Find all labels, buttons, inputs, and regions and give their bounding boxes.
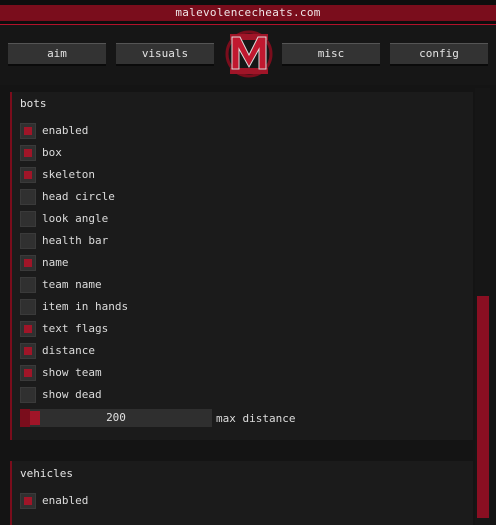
tab-visuals[interactable]: visuals: [116, 43, 214, 66]
option-label: team name: [42, 278, 102, 291]
bots-section: bots enabled box skeleton head circle look a…: [10, 92, 473, 440]
tab-misc[interactable]: misc: [282, 43, 380, 66]
tab-bar: aim visuals misc config: [0, 25, 496, 85]
option-label: name: [42, 256, 69, 269]
option-label: skeleton: [42, 168, 95, 181]
option-label: text flags: [42, 322, 109, 335]
bots-section-title: bots: [20, 97, 47, 110]
window-title: malevolencecheats.com: [0, 5, 496, 21]
checkbox[interactable]: [20, 233, 36, 249]
option-label: box: [42, 146, 62, 159]
vehicles-section: vehicles enabled: [10, 461, 473, 525]
option-label: show team: [42, 366, 102, 379]
option-label: look angle: [42, 212, 109, 225]
checkbox[interactable]: [20, 211, 36, 227]
option-label: head circle: [42, 190, 115, 203]
max-distance-label: max distance: [216, 412, 296, 425]
vehicles-section-title: vehicles: [20, 467, 73, 480]
checkbox[interactable]: [20, 145, 36, 161]
tab-config[interactable]: config: [390, 43, 488, 66]
option-label: enabled: [42, 124, 89, 137]
tab-aim[interactable]: aim: [8, 43, 106, 66]
checkbox[interactable]: [20, 493, 36, 509]
max-distance-slider[interactable]: 200: [20, 409, 212, 427]
checkbox[interactable]: [20, 189, 36, 205]
checkbox[interactable]: [20, 387, 36, 403]
option-label: health bar: [42, 234, 109, 247]
checkbox[interactable]: [20, 321, 36, 337]
option-label: distance: [42, 344, 95, 357]
scrollbar-thumb[interactable]: [477, 296, 489, 518]
checkbox[interactable]: [20, 343, 36, 359]
checkbox[interactable]: [20, 167, 36, 183]
checkbox[interactable]: [20, 255, 36, 271]
checkbox[interactable]: [20, 365, 36, 381]
checkbox[interactable]: [20, 277, 36, 293]
option-label: item in hands: [42, 300, 129, 313]
max-distance-value: 200: [106, 411, 126, 424]
logo-icon: [225, 30, 273, 78]
title-bar: malevolencecheats.com: [0, 0, 496, 25]
checkbox[interactable]: [20, 123, 36, 139]
checkbox[interactable]: [20, 299, 36, 315]
option-label: show dead: [42, 388, 102, 401]
option-label: enabled: [42, 494, 89, 507]
